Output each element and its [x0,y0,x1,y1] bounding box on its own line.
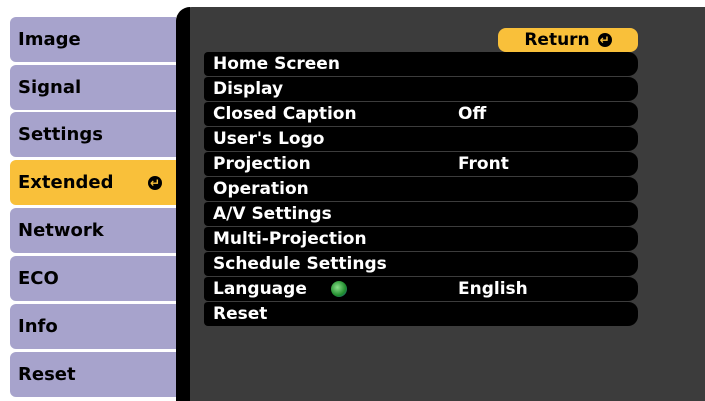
sidebar-item-label: Network [18,220,104,241]
return-button[interactable]: Return ↵ [498,28,638,52]
menu-item-label: Language [213,279,307,299]
return-label: Return [524,30,590,50]
menu-item-av-settings[interactable]: A/V Settings [204,201,638,226]
menu-item-language[interactable]: Language English [204,276,638,301]
sidebar-item-label: ECO [18,268,59,289]
menu-item-label: Multi-Projection [213,229,367,249]
sidebar-item-label: Reset [18,364,76,385]
sidebar-item-reset[interactable]: Reset [10,352,176,397]
sidebar-item-label: Signal [18,77,82,98]
menu-item-home-screen[interactable]: Home Screen [204,52,638,76]
panel-divider [176,7,190,401]
sidebar-item-label: Extended [18,172,114,193]
menu-item-label: Closed Caption [213,104,357,124]
sidebar-item-image[interactable]: Image [10,17,176,62]
menu-item-value: English [458,279,528,299]
menu-item-projection[interactable]: Projection Front [204,151,638,176]
sidebar-item-label: Info [18,316,58,337]
menu-item-closed-caption[interactable]: Closed Caption Off [204,101,638,126]
sidebar-item-eco[interactable]: ECO [10,256,176,301]
menu-item-label: Projection [213,154,311,174]
menu-item-users-logo[interactable]: User's Logo [204,126,638,151]
menu-item-operation[interactable]: Operation [204,176,638,201]
menu-item-label: Operation [213,179,309,199]
menu-item-label: A/V Settings [213,204,332,224]
sidebar: Image Signal Settings Extended ↵ Network… [0,0,176,401]
sidebar-item-info[interactable]: Info [10,304,176,349]
sidebar-item-settings[interactable]: Settings [10,112,176,157]
menu-item-reset[interactable]: Reset [204,301,638,326]
sidebar-item-network[interactable]: Network [10,208,176,253]
menu-item-schedule-settings[interactable]: Schedule Settings [204,251,638,276]
menu-item-label: Home Screen [213,54,340,74]
sidebar-item-signal[interactable]: Signal [10,65,176,110]
menu-item-label: Reset [213,304,268,324]
enter-icon: ↵ [148,175,162,190]
globe-icon [331,281,347,297]
menu-item-multi-projection[interactable]: Multi-Projection [204,226,638,251]
menu-list: Home Screen Display Closed Caption Off Us… [204,52,638,326]
menu-item-label: User's Logo [213,129,325,149]
enter-icon: ↵ [597,33,612,47]
menu-item-value: Off [458,104,487,124]
sidebar-item-label: Image [18,29,81,50]
sidebar-item-label: Settings [18,124,103,145]
menu-item-value: Front [458,154,509,174]
menu-item-label: Display [213,79,284,99]
menu-item-display[interactable]: Display [204,76,638,101]
menu-item-label: Schedule Settings [213,254,387,274]
sidebar-item-extended[interactable]: Extended ↵ [10,160,176,205]
